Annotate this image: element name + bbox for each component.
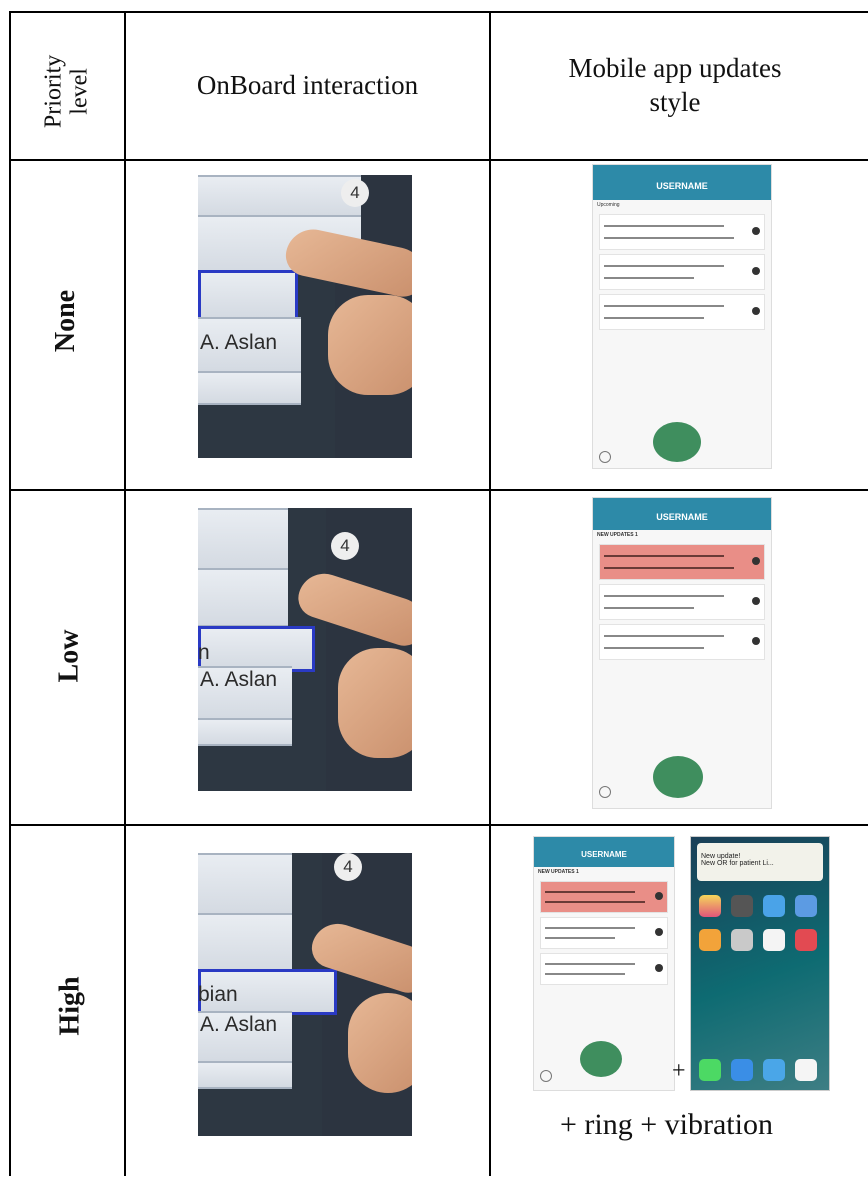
- partial-name-label: bian: [198, 983, 238, 1006]
- push-notification: New update! New OR for patient Li...: [697, 843, 823, 881]
- list-item: [599, 624, 765, 660]
- row-divider-2: [9, 489, 868, 491]
- header-mobile: Mobile app updates style: [568, 53, 782, 117]
- header-priority: Priority level: [40, 54, 93, 129]
- priority-table: Priority level OnBoard interaction Mobil…: [0, 0, 868, 1178]
- partial-name-label: n: [198, 641, 210, 664]
- name-label: A. Aslan: [200, 668, 278, 691]
- plus-sign: +: [672, 1058, 686, 1084]
- column-divider-1: [124, 11, 126, 1176]
- weather-app-icon: [763, 895, 785, 917]
- station-number-badge: 4: [341, 179, 369, 207]
- mobile-screen-high: USERNAME NEW UPDATES 1: [533, 836, 675, 1091]
- notification-body: New OR for patient Li...: [701, 860, 774, 867]
- maps-app-icon: [795, 895, 817, 917]
- list-item-alert: [540, 881, 668, 913]
- phone-app-icon: [699, 1059, 721, 1081]
- mobile-screen-low: USERNAME NEW UPDATES 1: [592, 497, 772, 809]
- row-level-low: Low: [53, 629, 85, 683]
- app-title-bar: USERNAME: [534, 837, 674, 867]
- mobile-screen-none: USERNAME Upcoming: [592, 164, 772, 469]
- list-item: [599, 214, 765, 250]
- onboard-photo-low: 4 n A. Aslan: [198, 508, 412, 791]
- list-item: [599, 584, 765, 620]
- header-onboard: OnBoard interaction: [196, 70, 419, 101]
- list-item: [599, 294, 765, 330]
- settings-app-icon: [731, 929, 753, 951]
- row-divider-3: [9, 824, 868, 826]
- station-number-badge: 4: [334, 853, 362, 881]
- settings-icon: [540, 1070, 552, 1082]
- home-app-icon: [699, 929, 721, 951]
- app-title-bar: USERNAME: [593, 165, 771, 200]
- onboard-photo-none: 4 A. Aslan: [198, 175, 412, 458]
- row-divider-1: [9, 159, 868, 161]
- music-app-icon: [795, 1059, 817, 1081]
- station-number-badge: 4: [331, 532, 359, 560]
- row-level-none: None: [50, 289, 82, 353]
- high-priority-caption: + ring + vibration: [560, 1108, 773, 1141]
- list-subtitle: Upcoming: [597, 202, 620, 208]
- settings-icon: [599, 451, 611, 463]
- list-item: [599, 254, 765, 290]
- settings-icon: [599, 786, 611, 798]
- row-level-high: High: [54, 976, 86, 1036]
- app-title-bar: USERNAME: [593, 498, 771, 530]
- list-item: [540, 953, 668, 985]
- add-button: [580, 1041, 622, 1077]
- notification-title: New update!: [701, 853, 741, 860]
- add-button: [653, 756, 703, 798]
- table-border-left: [9, 11, 11, 1176]
- onboard-photo-high: 4 bian A. Aslan: [198, 853, 412, 1136]
- safari-app-icon: [763, 1059, 785, 1081]
- ios-lockscreen: New update! New OR for patient Li...: [690, 836, 830, 1091]
- name-label: A. Aslan: [200, 1013, 278, 1036]
- column-divider-2: [489, 11, 491, 1176]
- updates-subtitle: NEW UPDATES 1: [597, 532, 638, 538]
- list-item: [540, 917, 668, 949]
- mail-app-icon: [731, 1059, 753, 1081]
- updates-subtitle: NEW UPDATES 1: [538, 869, 579, 875]
- header-priority-cell: Priority level: [11, 13, 124, 159]
- name-label: A. Aslan: [200, 331, 278, 354]
- news-app-icon: [795, 929, 817, 951]
- list-item-alert: [599, 544, 765, 580]
- add-button: [653, 422, 701, 462]
- camera-app-icon: [731, 895, 753, 917]
- photos-app-icon: [699, 895, 721, 917]
- reminders-app-icon: [763, 929, 785, 951]
